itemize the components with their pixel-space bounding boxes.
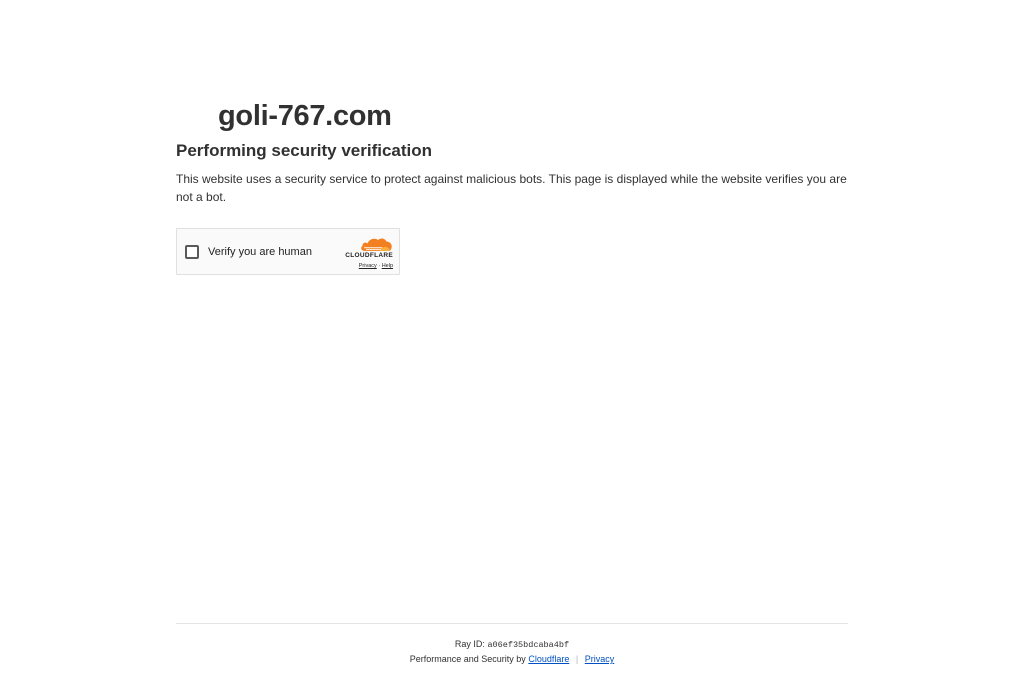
verify-checkbox-label[interactable]: Verify you are human	[208, 245, 312, 259]
cloudflare-branding: CLOUDFLARE Privacy · Help	[333, 236, 393, 270]
footer-privacy-link[interactable]: Privacy	[585, 654, 615, 664]
ray-id-line: Ray ID: a06ef35bdcaba4bf	[176, 638, 848, 651]
performance-line: Performance and Security by Cloudflare |…	[176, 653, 848, 665]
widget-privacy-link[interactable]: Privacy	[359, 263, 377, 269]
verification-heading: Performing security verification	[176, 141, 433, 160]
verify-checkbox[interactable]	[185, 245, 199, 259]
page-footer: Ray ID: a06ef35bdcaba4bf Performance and…	[176, 623, 848, 665]
cloudflare-cloud-icon	[361, 238, 392, 251]
widget-help-link[interactable]: Help	[382, 263, 393, 269]
cloudflare-link[interactable]: Cloudflare	[528, 654, 569, 664]
turnstile-widget: Verify you are human CLOUDFLARE Privacy …	[176, 228, 400, 275]
ray-id-value: a06ef35bdcaba4bf	[487, 640, 570, 650]
site-domain-title: goli-767.com	[218, 100, 392, 132]
performance-text: Performance and Security by	[409, 654, 526, 664]
ray-id-label: Ray ID:	[454, 639, 485, 649]
verification-description: This website uses a security service to …	[176, 172, 847, 204]
challenge-page: goli-767.com Performing security verific…	[0, 0, 1024, 675]
main-content: goli-767.com Performing security verific…	[176, 96, 848, 275]
widget-link-separator: ·	[378, 263, 381, 269]
widget-links: Privacy · Help	[333, 262, 393, 270]
footer-separator: |	[575, 654, 579, 664]
cloudflare-wordmark: CLOUDFLARE	[345, 252, 393, 259]
